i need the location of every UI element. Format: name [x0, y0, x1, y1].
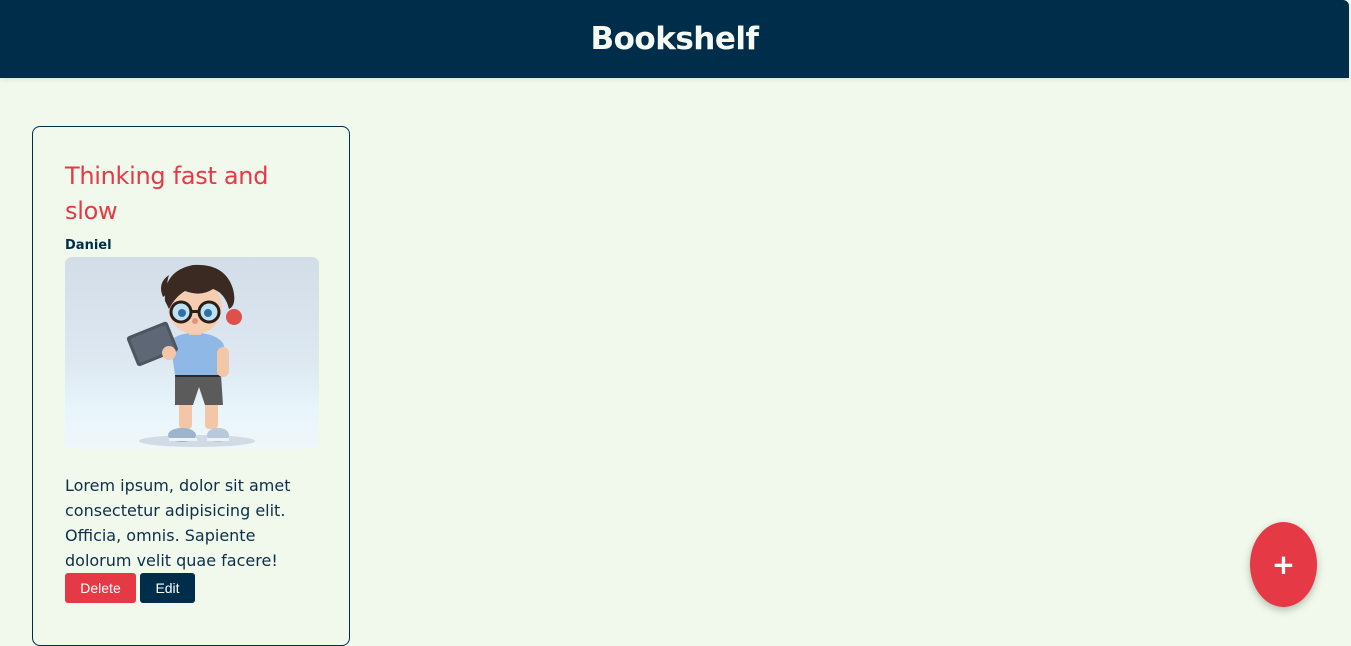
- book-title: Thinking fast and slow: [65, 162, 269, 225]
- add-book-button[interactable]: +: [1250, 522, 1317, 607]
- book-card: Thinking fast and slow Daniel Lorem ipsu…: [32, 126, 350, 646]
- edit-button[interactable]: Edit: [140, 573, 195, 603]
- app-header: Bookshelf: [0, 0, 1349, 78]
- book-description: Lorem ipsum, dolor sit amet consectetur …: [65, 476, 291, 570]
- delete-button[interactable]: Delete: [65, 573, 136, 603]
- app-title: Bookshelf: [590, 21, 760, 57]
- plus-icon: +: [1271, 548, 1296, 581]
- book-cover-image: [65, 257, 319, 449]
- book-author: Daniel: [65, 238, 112, 253]
